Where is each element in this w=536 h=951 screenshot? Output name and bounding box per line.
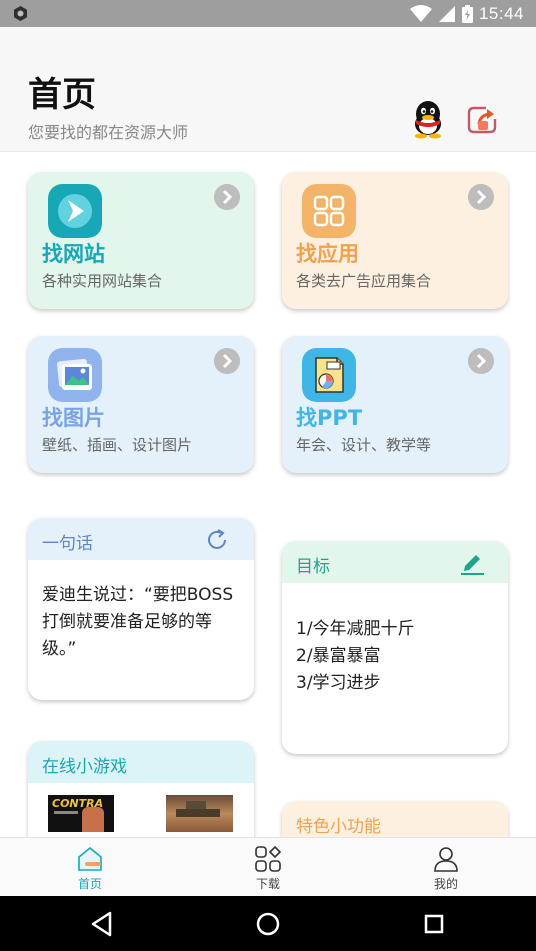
goal-item: 2/暴富暴富: [296, 646, 381, 666]
quote-card: 一句话 爱迪生说过：“要把BOSS打倒就要准备足够的等级。”: [28, 518, 254, 700]
arrow-right-icon: [214, 184, 240, 210]
ppt-icon: [302, 348, 356, 402]
nav-profile[interactable]: 我的: [386, 838, 506, 897]
tile-title: 找图片: [42, 406, 105, 430]
home-circle-icon[interactable]: [252, 908, 284, 940]
goal-item: 3/学习进步: [296, 673, 381, 693]
tile-title: 找应用: [296, 242, 359, 266]
tile-desc: 壁纸、插画、设计图片: [42, 436, 193, 454]
tile-desc: 各种实用网站集合: [42, 272, 163, 290]
games-card-header: 在线小游戏: [28, 741, 254, 783]
tile-images[interactable]: 找图片 壁纸、插画、设计图片: [28, 336, 254, 473]
arrow-right-icon: [468, 184, 494, 210]
bottom-nav: 首页 下载 我的: [0, 837, 536, 896]
goals-card-title: 目标: [296, 557, 330, 577]
goals-card: 目标 1/今年减肥十斤 2/暴富暴富 3/学习进步: [282, 541, 508, 754]
system-nav-bar: [0, 896, 536, 951]
qq-icon[interactable]: [410, 99, 446, 139]
quote-card-header: 一句话: [28, 518, 254, 560]
tile-desc: 年会、设计、教学等: [296, 436, 432, 454]
goals-card-header: 目标: [282, 541, 508, 583]
page-subtitle: 您要找的都在资源大师: [28, 123, 189, 142]
tile-title: 找PPT: [296, 406, 363, 430]
nav-label: 首页: [77, 877, 102, 891]
edit-icon[interactable]: [458, 548, 486, 576]
battery-icon: [461, 4, 473, 23]
apps-grid-icon: [302, 184, 356, 238]
signal-icon: [438, 5, 455, 22]
status-time: 15:44: [478, 3, 524, 23]
game-thumb-tank[interactable]: [166, 795, 233, 832]
nav-label: 下载: [255, 877, 280, 891]
features-card-title: 特色小功能: [296, 817, 381, 837]
image-icon: [48, 348, 102, 402]
games-card-title: 在线小游戏: [42, 757, 127, 777]
page-title: 首页: [28, 75, 96, 115]
nav-download[interactable]: 下载: [208, 838, 328, 897]
quote-card-title: 一句话: [42, 534, 93, 554]
back-icon[interactable]: [86, 908, 118, 940]
tile-websites[interactable]: 找网站 各种实用网站集合: [28, 172, 254, 309]
nav-home[interactable]: 首页: [30, 838, 150, 897]
refresh-icon[interactable]: [204, 527, 230, 553]
home-icon: [78, 846, 102, 871]
goal-item: 1/今年减肥十斤: [296, 619, 415, 639]
share-icon[interactable]: [466, 104, 498, 136]
page-header: 首页 您要找的都在资源大师: [0, 27, 536, 152]
arrow-right-icon: [468, 348, 494, 374]
download-icon: [255, 845, 282, 872]
wifi-icon: [409, 4, 432, 22]
game-thumb-contra[interactable]: CONTRA: [48, 795, 114, 832]
quote-text: 爱迪生说过：“要把BOSS打倒就要准备足够的等级。”: [42, 585, 234, 659]
tile-apps[interactable]: 找应用 各类去广告应用集合: [282, 172, 508, 309]
app-logo-icon: [14, 6, 27, 21]
goals-list: 1/今年减肥十斤 2/暴富暴富 3/学习进步: [296, 616, 496, 697]
tile-desc: 各类去广告应用集合: [296, 272, 432, 290]
tile-ppt[interactable]: 找PPT 年会、设计、教学等: [282, 336, 508, 473]
tile-title: 找网站: [42, 242, 105, 266]
nav-label: 我的: [433, 877, 458, 891]
website-icon: [48, 184, 102, 238]
status-bar: 15:44: [0, 0, 536, 27]
profile-icon: [434, 847, 458, 872]
arrow-right-icon: [214, 348, 240, 374]
recents-icon[interactable]: [418, 908, 450, 940]
